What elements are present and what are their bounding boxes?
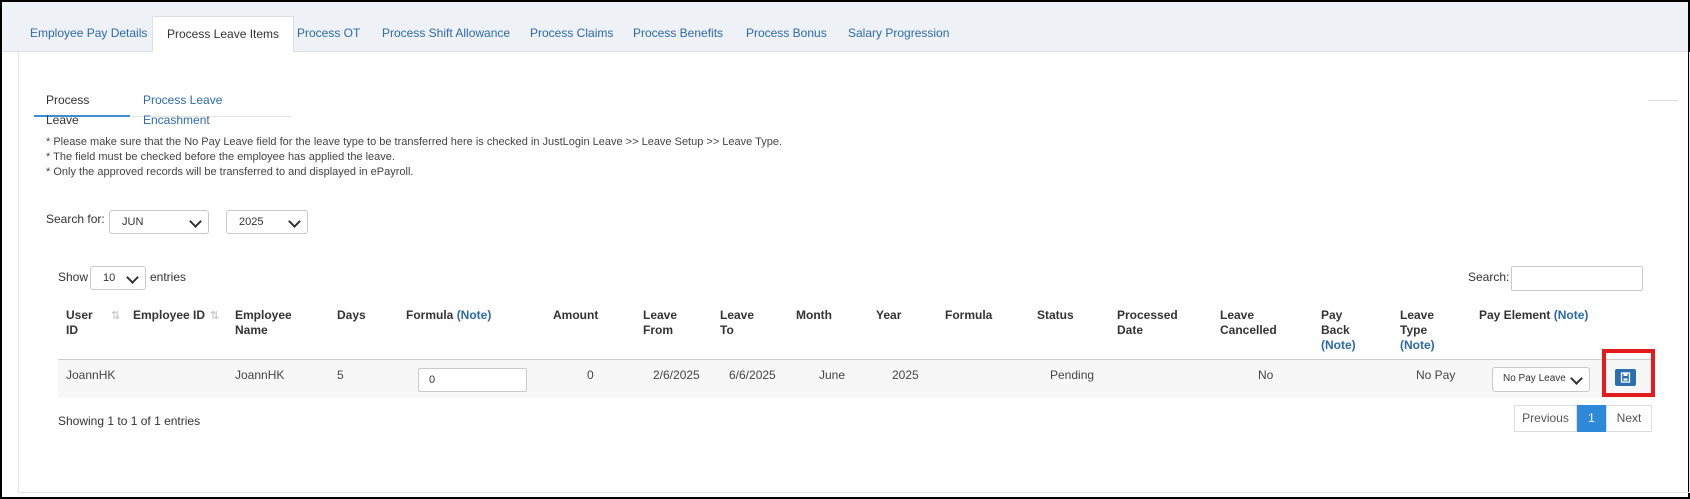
sort-icon[interactable]: ⇅ bbox=[210, 309, 219, 322]
col-leave-from-line1: Leave bbox=[643, 308, 678, 322]
col-status: Status bbox=[1037, 308, 1074, 322]
col-leave-cancelled-line2: Cancelled bbox=[1220, 323, 1277, 337]
show-label: Show bbox=[58, 270, 89, 284]
col-employee-name-line1: Employee bbox=[235, 308, 292, 322]
year-select[interactable]: 2025 bbox=[226, 210, 308, 234]
tab-salary-progression[interactable]: Salary Progression bbox=[834, 16, 963, 51]
chevron-down-icon bbox=[189, 215, 202, 228]
pay-element-select-value: No Pay Leave bbox=[1503, 373, 1566, 384]
col-leave-to: Leave To bbox=[720, 308, 754, 338]
col-leave-type-line1: Leave bbox=[1400, 308, 1435, 322]
note-line-1: * Please make sure that the No Pay Leave… bbox=[46, 136, 783, 148]
col-formula-note: Formula (Note) bbox=[406, 308, 491, 323]
note-line-3: * Only the approved records will be tran… bbox=[46, 166, 414, 178]
col-employee-name: Employee Name bbox=[235, 308, 292, 338]
table-info: Showing 1 to 1 of 1 entries bbox=[58, 414, 201, 428]
cell-employee-name: JoannHK bbox=[235, 368, 285, 382]
month-select-value: JUN bbox=[122, 216, 144, 228]
content-panel bbox=[18, 52, 1690, 493]
cell-month: June bbox=[819, 368, 846, 382]
tab-process-benefits[interactable]: Process Benefits bbox=[619, 16, 737, 51]
chevron-down-icon bbox=[1570, 372, 1583, 385]
col-amount: Amount bbox=[553, 308, 599, 322]
search-label: Search: bbox=[1468, 270, 1510, 284]
previous-button[interactable]: Previous bbox=[1514, 405, 1577, 432]
col-pay-element-label: Pay Element bbox=[1479, 308, 1551, 322]
chevron-down-icon bbox=[288, 215, 301, 228]
year-select-value: 2025 bbox=[239, 216, 264, 228]
cell-year: 2025 bbox=[892, 368, 919, 382]
col-leave-from-line2: From bbox=[643, 323, 673, 337]
col-user-id-line2: ID bbox=[66, 323, 78, 337]
col-leave-cancelled-line1: Leave bbox=[1220, 308, 1255, 322]
month-select[interactable]: JUN bbox=[109, 210, 209, 234]
col-employee-id[interactable]: Employee ID bbox=[133, 308, 205, 323]
entries-select[interactable]: 10 bbox=[90, 266, 146, 290]
col-employee-name-line2: Name bbox=[235, 323, 268, 337]
note-line-2: * The field must be checked before the e… bbox=[46, 151, 395, 163]
pay-element-select[interactable]: No Pay Leave bbox=[1492, 367, 1590, 392]
col-pay-element: Pay Element (Note) bbox=[1479, 308, 1588, 323]
pay-element-note-link[interactable]: (Note) bbox=[1554, 308, 1589, 322]
cell-leave-from: 2/6/2025 bbox=[653, 368, 700, 382]
top-tab-bar: Employee Pay Details Process Leave Items… bbox=[2, 2, 1688, 52]
col-year: Year bbox=[876, 308, 902, 322]
col-days: Days bbox=[337, 308, 366, 322]
tab-employee-pay-details[interactable]: Employee Pay Details bbox=[16, 16, 161, 51]
col-leave-to-line2: To bbox=[720, 323, 734, 337]
cell-status: Pending bbox=[1050, 368, 1095, 382]
col-processed-date-line2: Date bbox=[1117, 323, 1144, 337]
pay-back-note-link[interactable]: (Note) bbox=[1321, 338, 1356, 352]
chevron-down-icon bbox=[126, 271, 139, 284]
cell-leave-type: No Pay bbox=[1416, 368, 1456, 382]
col-month: Month bbox=[796, 308, 832, 322]
col-user-id-line1: User bbox=[66, 308, 93, 322]
entries-select-value: 10 bbox=[103, 272, 116, 284]
search-for-label: Search for: bbox=[46, 212, 105, 226]
search-input[interactable] bbox=[1511, 266, 1643, 291]
cell-leave-cancelled: No bbox=[1258, 368, 1274, 382]
col-pay-back-line2: Back bbox=[1321, 323, 1350, 337]
col-leave-from: Leave From bbox=[643, 308, 677, 338]
tab-process-claims[interactable]: Process Claims bbox=[516, 16, 627, 51]
col-formula-label: Formula bbox=[406, 308, 454, 322]
col-pay-back: Pay Back (Note) bbox=[1321, 308, 1356, 353]
entries-suffix: entries bbox=[150, 270, 187, 284]
tab-process-bonus[interactable]: Process Bonus bbox=[732, 16, 841, 51]
cell-leave-to: 6/6/2025 bbox=[729, 368, 776, 382]
subtab-process-leave-encashment[interactable]: Process Leave Encashment bbox=[131, 90, 292, 127]
col-leave-type-line2: Type bbox=[1400, 323, 1428, 337]
highlight-box bbox=[1602, 349, 1655, 397]
leave-type-note-link[interactable]: (Note) bbox=[1400, 338, 1435, 352]
col-processed-date-line1: Processed bbox=[1117, 308, 1178, 322]
col-user-id[interactable]: User ID bbox=[66, 308, 93, 338]
cell-days: 5 bbox=[337, 368, 344, 382]
table-row bbox=[58, 360, 1652, 398]
col-leave-cancelled: Leave Cancelled bbox=[1220, 308, 1277, 338]
cell-user-id: JoannHK bbox=[66, 368, 116, 382]
divider bbox=[1648, 100, 1678, 101]
col-leave-type: Leave Type (Note) bbox=[1400, 308, 1435, 353]
page-1-button[interactable]: 1 bbox=[1577, 405, 1606, 432]
col-pay-back-line1: Pay bbox=[1321, 308, 1343, 322]
tab-process-leave-items[interactable]: Process Leave Items bbox=[152, 16, 295, 52]
col-processed-date: Processed Date bbox=[1117, 308, 1178, 338]
tab-process-shift-allowance[interactable]: Process Shift Allowance bbox=[368, 16, 524, 51]
subtab-process-leave[interactable]: Process Leave bbox=[34, 90, 130, 127]
next-button[interactable]: Next bbox=[1606, 405, 1652, 432]
col-formula: Formula bbox=[945, 308, 993, 322]
formula-input[interactable]: 0 bbox=[418, 368, 527, 392]
tab-process-ot[interactable]: Process OT bbox=[283, 16, 374, 51]
cell-amount: 0 bbox=[587, 368, 594, 382]
col-leave-to-line1: Leave bbox=[720, 308, 755, 322]
formula-note-link[interactable]: (Note) bbox=[457, 308, 492, 322]
sort-asc-icon[interactable]: ⇅ bbox=[111, 309, 120, 322]
